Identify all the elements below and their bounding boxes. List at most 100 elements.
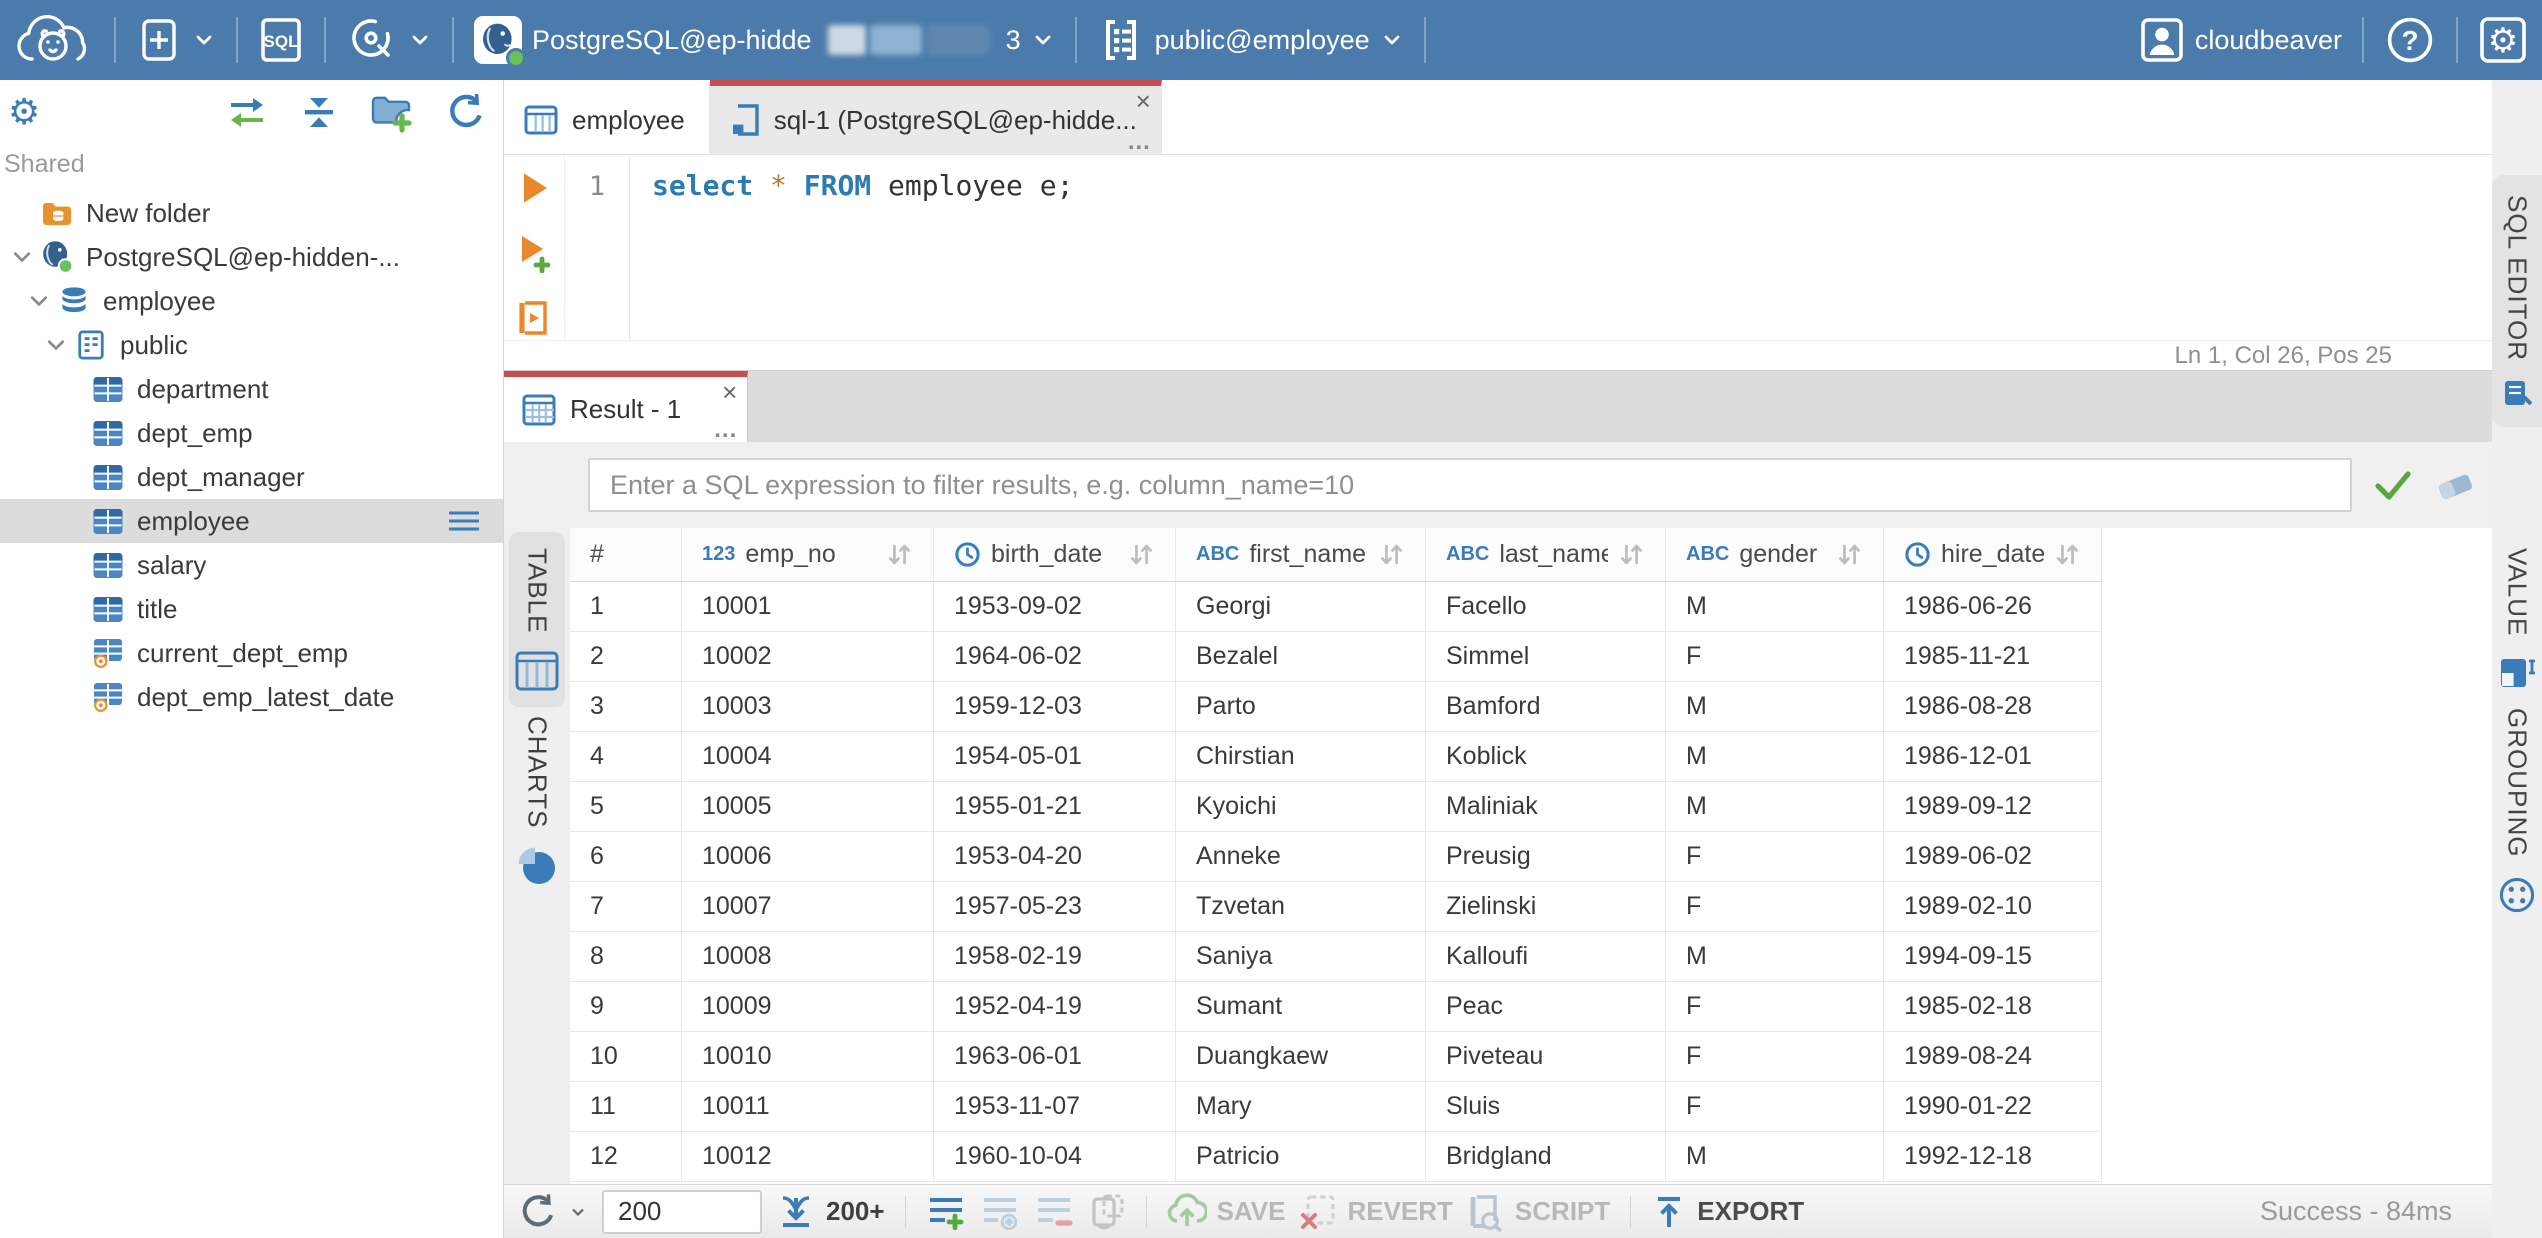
table-cell[interactable]: F	[1666, 1082, 1884, 1132]
tab-table-view[interactable]: TABLE	[509, 532, 565, 708]
duplicate-row-button[interactable]	[980, 1194, 1020, 1230]
table-cell[interactable]: Saniya	[1176, 932, 1426, 982]
row-limit-input[interactable]	[602, 1189, 762, 1234]
column-header-hire_date[interactable]: hire_date	[1884, 528, 2102, 582]
account-button[interactable]: cloudbeaver	[2139, 15, 2342, 65]
table-cell[interactable]: 10012	[682, 1132, 934, 1182]
tab-menu-dots-icon[interactable]	[1128, 130, 1151, 154]
table-cell[interactable]: 1989-08-24	[1884, 1032, 2102, 1082]
help-button[interactable]: ?	[2384, 14, 2436, 66]
table-cell[interactable]: 1953-11-07	[934, 1082, 1176, 1132]
table-cell[interactable]: 10009	[682, 982, 934, 1032]
table-cell[interactable]: Bamford	[1426, 682, 1666, 732]
tree-item-title[interactable]: title	[0, 587, 503, 631]
table-cell[interactable]: F	[1666, 832, 1884, 882]
table-cell[interactable]: 1952-04-19	[934, 982, 1176, 1032]
table-cell[interactable]: F	[1666, 982, 1884, 1032]
table-cell[interactable]: 1994-09-15	[1884, 932, 2102, 982]
sidebar-settings-gear-icon[interactable]: ⚙	[8, 94, 40, 130]
tab-employee[interactable]: employee	[504, 80, 710, 154]
table-cell[interactable]: Facello	[1426, 582, 1666, 632]
table-row[interactable]: 5 10005 1955-01-21 Kyoichi Maliniak M 1989-09-…	[570, 782, 2492, 832]
table-row[interactable]: 9 10009 1952-04-19 Sumant Peac F 1985-02-18	[570, 982, 2492, 1032]
drag-handle-icon[interactable]	[447, 509, 481, 533]
table-cell[interactable]: 1992-12-18	[1884, 1132, 2102, 1182]
table-cell[interactable]: Kalloufi	[1426, 932, 1666, 982]
sql-code-area[interactable]: select * FROM employee e;	[630, 155, 2492, 340]
close-icon[interactable]	[722, 379, 737, 405]
table-cell[interactable]: Zielinski	[1426, 882, 1666, 932]
table-cell[interactable]: Bezalel	[1176, 632, 1426, 682]
table-cell[interactable]: Chirstian	[1176, 732, 1426, 782]
column-header-rownum[interactable]: #	[570, 528, 682, 582]
table-cell[interactable]: 1953-04-20	[934, 832, 1176, 882]
tree-item-dept-manager[interactable]: dept_manager	[0, 455, 503, 499]
tree-item-public[interactable]: public	[0, 323, 503, 367]
driver-manager-button[interactable]	[346, 15, 432, 65]
table-cell[interactable]: 1958-02-19	[934, 932, 1176, 982]
table-cell[interactable]: 3	[570, 682, 682, 732]
tree-twisty[interactable]	[38, 333, 74, 357]
table-cell[interactable]: M	[1666, 732, 1884, 782]
table-cell[interactable]: 10008	[682, 932, 934, 982]
table-cell[interactable]: 10004	[682, 732, 934, 782]
script-button[interactable]: SCRIPT	[1467, 1192, 1610, 1232]
table-cell[interactable]: 1985-11-21	[1884, 632, 2102, 682]
apply-filter-check-icon[interactable]	[2372, 467, 2414, 503]
execute-query-button[interactable]	[517, 169, 551, 207]
table-cell[interactable]: 1989-02-10	[1884, 882, 2102, 932]
table-row[interactable]: 6 10006 1953-04-20 Anneke Preusig F 1989-06-02	[570, 832, 2492, 882]
column-header-last_name[interactable]: ABC last_name	[1426, 528, 1666, 582]
table-cell[interactable]: Patricio	[1176, 1132, 1426, 1182]
table-cell[interactable]: M	[1666, 682, 1884, 732]
column-header-first_name[interactable]: ABC first_name	[1176, 528, 1426, 582]
table-cell[interactable]: 1955-01-21	[934, 782, 1176, 832]
save-button[interactable]: SAVE	[1167, 1192, 1285, 1232]
table-cell[interactable]: 1989-09-12	[1884, 782, 2102, 832]
refresh-icon[interactable]	[445, 91, 487, 133]
column-header-gender[interactable]: ABC gender	[1666, 528, 1884, 582]
table-cell[interactable]: Sumant	[1176, 982, 1426, 1032]
tab-charts-view[interactable]: CHARTS	[509, 700, 565, 902]
new-folder-icon[interactable]	[369, 91, 415, 133]
table-cell[interactable]: 10010	[682, 1032, 934, 1082]
table-cell[interactable]: Duangkaew	[1176, 1032, 1426, 1082]
table-cell[interactable]: Anneke	[1176, 832, 1426, 882]
table-cell[interactable]: 1963-06-01	[934, 1032, 1176, 1082]
table-cell[interactable]: 1985-02-18	[1884, 982, 2102, 1032]
cloudbeaver-logo[interactable]	[14, 11, 94, 69]
tree-twisty[interactable]	[4, 245, 40, 269]
table-cell[interactable]: 10011	[682, 1082, 934, 1132]
table-row[interactable]: 1 10001 1953-09-02 Georgi Facello M 1986-06-26	[570, 582, 2492, 632]
tab-result-1[interactable]: Result - 1	[504, 371, 749, 442]
table-cell[interactable]: Maliniak	[1426, 782, 1666, 832]
table-cell[interactable]: 11	[570, 1082, 682, 1132]
table-row[interactable]: 8 10008 1958-02-19 Saniya Kalloufi M 1994-09-1…	[570, 932, 2492, 982]
sort-icon[interactable]	[1836, 541, 1863, 568]
table-cell[interactable]: 1964-06-02	[934, 632, 1176, 682]
table-cell[interactable]: Koblick	[1426, 732, 1666, 782]
column-header-emp_no[interactable]: 123 emp_no	[682, 528, 934, 582]
execute-script-button[interactable]	[516, 299, 552, 337]
table-cell[interactable]: 10005	[682, 782, 934, 832]
tab-value-panel[interactable]: VALUE	[2492, 528, 2542, 712]
table-cell[interactable]: F	[1666, 632, 1884, 682]
table-cell[interactable]: 12	[570, 1132, 682, 1182]
sort-icon[interactable]	[1128, 541, 1155, 568]
table-row[interactable]: 11 10011 1953-11-07 Mary Sluis F 1990-01-22	[570, 1082, 2492, 1132]
table-cell[interactable]: 10001	[682, 582, 934, 632]
table-cell[interactable]: 10002	[682, 632, 934, 682]
refresh-results-button[interactable]	[518, 1192, 588, 1232]
table-cell[interactable]: 1986-08-28	[1884, 682, 2102, 732]
apply-changes-button[interactable]	[1088, 1193, 1126, 1231]
table-cell[interactable]: Bridgland	[1426, 1132, 1666, 1182]
table-cell[interactable]: Simmel	[1426, 632, 1666, 682]
table-cell[interactable]: M	[1666, 782, 1884, 832]
table-cell[interactable]: 2	[570, 632, 682, 682]
table-cell[interactable]: Kyoichi	[1176, 782, 1426, 832]
delete-row-button[interactable]	[1034, 1194, 1074, 1230]
tree-item-salary[interactable]: salary	[0, 543, 503, 587]
sync-connection-icon[interactable]	[225, 92, 269, 132]
table-cell[interactable]: Mary	[1176, 1082, 1426, 1132]
table-cell[interactable]: Preusig	[1426, 832, 1666, 882]
